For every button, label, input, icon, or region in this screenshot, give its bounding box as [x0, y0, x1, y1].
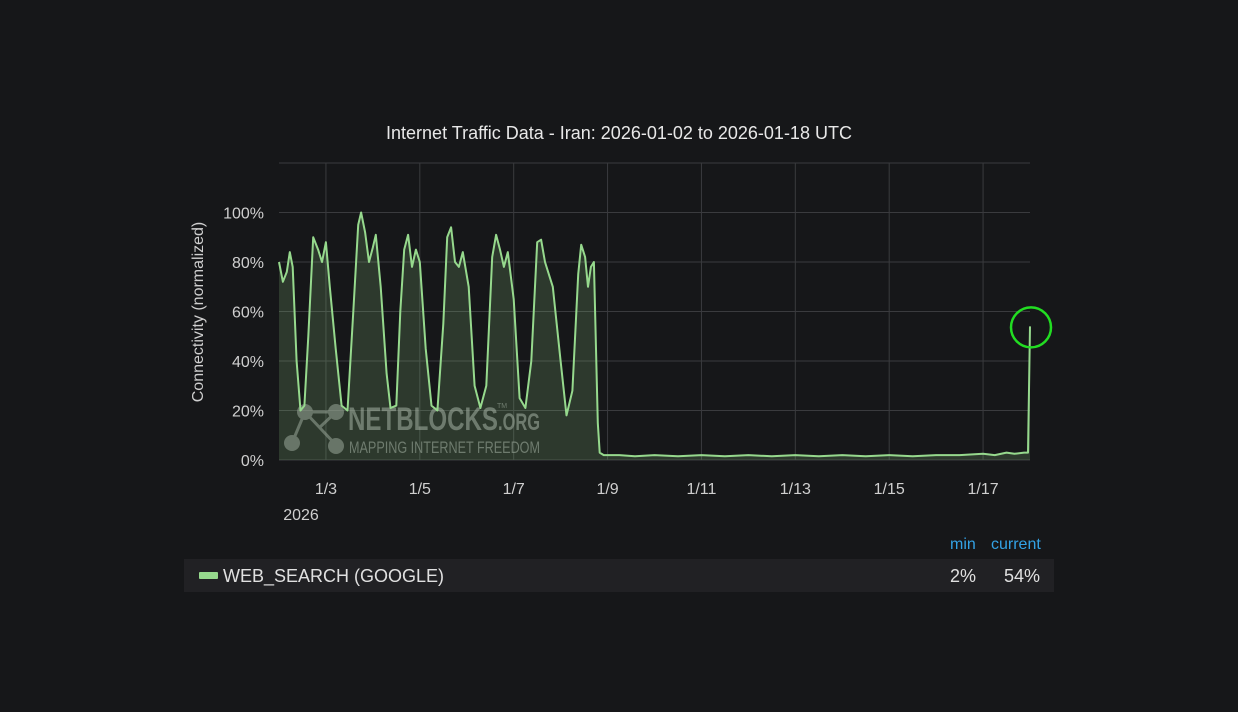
legend-col-current[interactable]: current	[991, 536, 1041, 554]
x-tick-label: 1/11	[686, 481, 716, 498]
legend-min-value: 2%	[949, 566, 976, 586]
y-tick-label: 60%	[232, 305, 264, 322]
x-tick-label: 1/17	[967, 481, 998, 498]
x-axis-ticks: 1/3 1/5 1/7 1/9 1/11 1/13 1/15 1/17	[315, 481, 999, 498]
x-tick-label: 1/9	[596, 481, 618, 498]
x-tick-label: 1/15	[874, 481, 905, 498]
current-value-highlight-circle	[1009, 306, 1053, 349]
x-tick-label: 1/7	[503, 481, 525, 498]
legend-header: min current	[184, 536, 1054, 556]
y-tick-label: 40%	[232, 354, 264, 371]
y-tick-label: 100%	[223, 206, 264, 223]
chart-title: Internet Traffic Data - Iran: 2026-01-02…	[386, 123, 852, 143]
y-axis-ticks: 0% 20% 40% 60% 80% 100%	[223, 206, 264, 471]
x-year-label: 2026	[283, 507, 319, 524]
y-tick-label: 20%	[232, 404, 264, 421]
x-tick-label: 1/13	[780, 481, 811, 498]
y-axis-label: Connectivity (normalized)	[190, 222, 207, 403]
legend-col-min[interactable]: min	[950, 536, 976, 554]
x-tick-label: 1/3	[315, 481, 337, 498]
y-tick-label: 80%	[232, 255, 264, 272]
chart-area: Internet Traffic Data - Iran: 2026-01-02…	[190, 123, 1053, 524]
x-tick-label: 1/5	[409, 481, 431, 498]
legend-color-swatch	[199, 572, 218, 579]
legend-current-value: 54%	[1003, 566, 1040, 586]
legend-series-name[interactable]: WEB_SEARCH (GOOGLE)	[223, 566, 444, 587]
y-tick-label: 0%	[241, 453, 264, 470]
legend-row[interactable]: WEB_SEARCH (GOOGLE) 2% 54%	[184, 559, 1054, 592]
series-area-fill	[279, 212, 1030, 460]
